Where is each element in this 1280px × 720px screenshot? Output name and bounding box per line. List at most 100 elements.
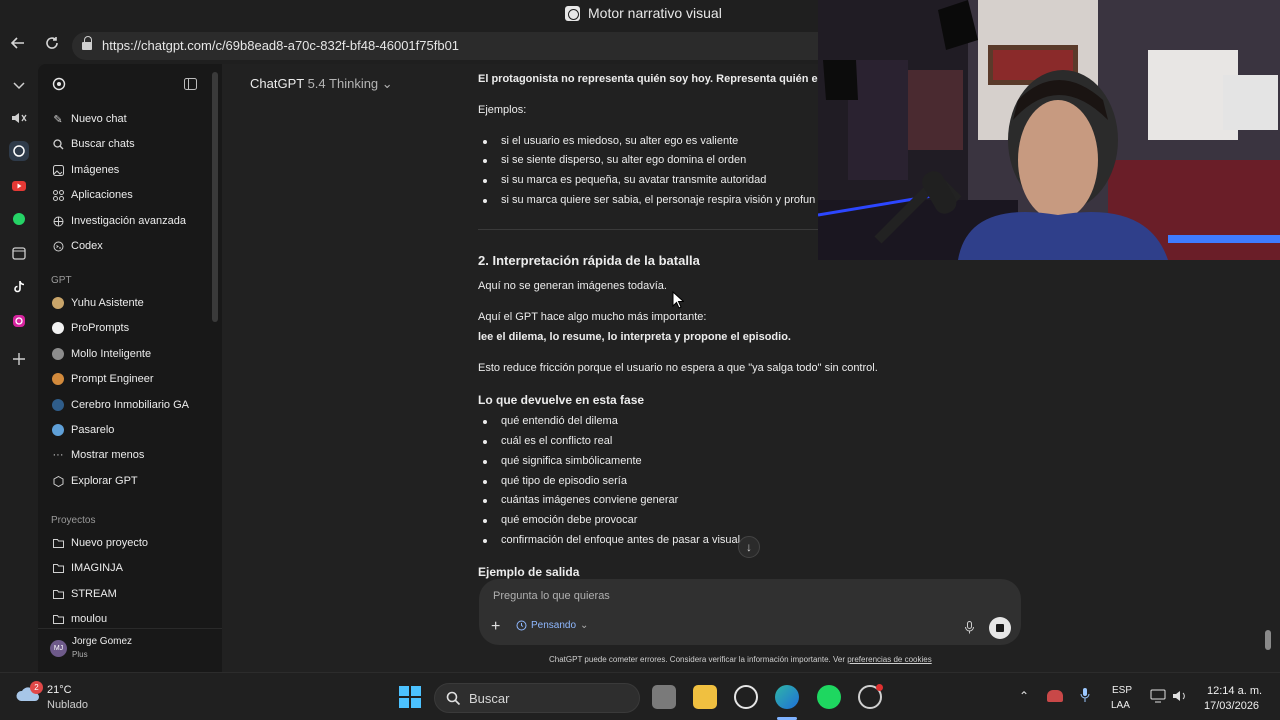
keyboard-layout[interactable]: LAA [1111, 700, 1130, 711]
chatgpt-tab-icon [565, 5, 580, 21]
example-item: si su marca es pequeña, su avatar transm… [501, 174, 767, 186]
add-attachment-icon[interactable]: + [491, 619, 500, 635]
sidebar-item-label: ProPrompts [71, 322, 130, 334]
user-name: Jorge Gomez [72, 636, 133, 647]
list-item: qué significa simbólicamente [501, 455, 642, 467]
url-text: https://chatgpt.com/c/69b8ead8-a70c-832f… [102, 38, 460, 53]
sidebar-explore-gpt[interactable]: Explorar GPT [52, 472, 138, 490]
sidebar-item-label: Buscar chats [71, 138, 135, 150]
search-icon [52, 138, 64, 150]
volume-icon[interactable] [1172, 689, 1188, 708]
projects-section-label: Proyectos [51, 515, 96, 526]
chatgpt-app-icon[interactable] [734, 685, 758, 709]
microphone-icon[interactable] [1080, 687, 1090, 708]
sidebar-item-label: Explorar GPT [71, 475, 138, 487]
sidebar-gpt-yuhu[interactable]: Yuhu Asistente [52, 294, 144, 312]
sidebar-item-codex[interactable]: Codex [52, 237, 103, 255]
webcam-overlay [818, 0, 1280, 260]
images-icon [52, 164, 64, 176]
youtube-icon[interactable] [9, 176, 29, 196]
mouse-cursor-icon [672, 291, 684, 309]
file-explorer-icon[interactable] [693, 685, 717, 709]
sidebar-item-label: Investigación avanzada [71, 215, 186, 227]
chat-sidebar: ✎ Nuevo chat Buscar chats Imágenes Aplic… [38, 64, 222, 672]
sidebar-scrollbar[interactable] [212, 72, 218, 322]
network-icon[interactable] [1150, 689, 1166, 708]
task-view-icon[interactable] [652, 685, 676, 709]
sidebar-item-apps[interactable]: Aplicaciones [52, 186, 133, 204]
taskbar-search[interactable]: Buscar [434, 683, 640, 713]
codex-icon [52, 240, 64, 252]
windows-start-icon[interactable] [399, 686, 421, 713]
scroll-down-button[interactable]: ↓ [738, 536, 760, 558]
example-item: si el usuario es miedoso, su alter ego e… [501, 135, 739, 147]
openai-logo-icon[interactable] [52, 77, 66, 96]
tiktok-icon[interactable] [9, 277, 29, 297]
taskbar: 2 21°C Nublado Buscar ⌃ ESP LAA 12:14 a.… [0, 672, 1280, 720]
model-selector[interactable]: ChatGPT 5.4 Thinking ⌄ [250, 76, 393, 92]
sidebar-item-label: Codex [71, 240, 103, 252]
weather-icon[interactable]: 2 [16, 681, 43, 705]
calendar-icon[interactable] [9, 243, 29, 263]
user-profile[interactable]: MJ Jorge Gomez Plus [38, 628, 222, 672]
subsection-heading: Ejemplo de salida [478, 565, 580, 579]
examples-label: Ejemplos: [478, 104, 527, 116]
sidebar-item-research[interactable]: Investigación avanzada [52, 212, 186, 230]
sidebar-item-new-chat[interactable]: ✎ Nuevo chat [52, 110, 126, 128]
sidebar-gpt-pasarelo[interactable]: Pasarelo [52, 421, 114, 439]
address-bar[interactable]: https://chatgpt.com/c/69b8ead8-a70c-832f… [72, 32, 818, 60]
main-scrollbar[interactable] [1265, 630, 1271, 650]
instagram-icon[interactable] [9, 311, 29, 331]
bullet-dot [483, 420, 487, 424]
clock-icon [516, 620, 527, 631]
model-version: 5.4 Thinking [307, 76, 379, 91]
back-arrow-icon[interactable] [7, 35, 29, 57]
clock-time[interactable]: 12:14 a. m. [1207, 685, 1262, 697]
search-label: Buscar [469, 691, 510, 706]
sidebar-gpt-cerebro[interactable]: Cerebro Inmobiliario GA [52, 396, 189, 414]
research-icon [52, 215, 64, 227]
model-name: ChatGPT [250, 76, 304, 91]
mute-icon[interactable] [9, 108, 29, 128]
sidebar-project-moulou[interactable]: moulou [52, 610, 107, 628]
sidebar-gpt-mollo[interactable]: Mollo Inteligente [52, 345, 151, 363]
cube-icon [52, 475, 64, 487]
clock-date[interactable]: 17/03/2026 [1204, 700, 1259, 712]
paragraph: Esto reduce fricción porque el usuario n… [478, 362, 878, 374]
webcam-scene [818, 0, 1280, 260]
spotify-icon[interactable] [817, 685, 841, 709]
list-item: qué emoción debe provocar [501, 514, 638, 526]
prompt-input[interactable]: Pregunta lo que quieras [493, 590, 610, 602]
sidebar-project-imaginja[interactable]: IMAGINJA [52, 559, 123, 577]
cloud-app-icon[interactable] [1047, 690, 1063, 702]
stop-button[interactable] [989, 617, 1011, 639]
reload-icon[interactable] [41, 35, 63, 57]
browser-toolbar: https://chatgpt.com/c/69b8ead8-a70c-832f… [0, 28, 818, 64]
chevron-up-icon[interactable]: ⌃ [1019, 689, 1029, 703]
tab-title[interactable]: Motor narrativo visual [565, 5, 722, 21]
thinking-mode-button[interactable]: Pensando ⌄ [516, 620, 588, 631]
cookie-preferences-link[interactable]: preferencias de cookies [847, 655, 932, 664]
sidebar-item-label: Yuhu Asistente [71, 297, 144, 309]
gpt-avatar [52, 348, 64, 360]
sidebar-toggle-icon[interactable] [184, 77, 197, 95]
microphone-icon[interactable] [965, 621, 974, 637]
edge-browser-icon[interactable] [775, 685, 799, 709]
sidebar-item-images[interactable]: Imágenes [52, 161, 119, 179]
sidebar-show-less[interactable]: ··· Mostrar menos [52, 446, 145, 464]
thinking-mode-label: Pensando [531, 620, 577, 631]
gpt-avatar [52, 322, 64, 334]
divider [478, 229, 818, 230]
folder-plus-icon [52, 537, 64, 549]
chevron-down-icon[interactable] [9, 76, 29, 96]
chatgpt-app-icon[interactable] [9, 141, 29, 161]
sidebar-item-search-chats[interactable]: Buscar chats [52, 135, 135, 153]
add-icon[interactable] [9, 349, 29, 369]
sidebar-project-stream[interactable]: STREAM [52, 585, 117, 603]
whatsapp-icon[interactable] [9, 209, 29, 229]
sidebar-gpt-proprompts[interactable]: ProPrompts [52, 319, 129, 337]
list-item: qué tipo de episodio sería [501, 475, 627, 487]
sidebar-gpt-prompt-engineer[interactable]: Prompt Engineer [52, 370, 154, 388]
sidebar-project-new[interactable]: Nuevo proyecto [52, 534, 148, 552]
language-code[interactable]: ESP [1112, 685, 1132, 696]
